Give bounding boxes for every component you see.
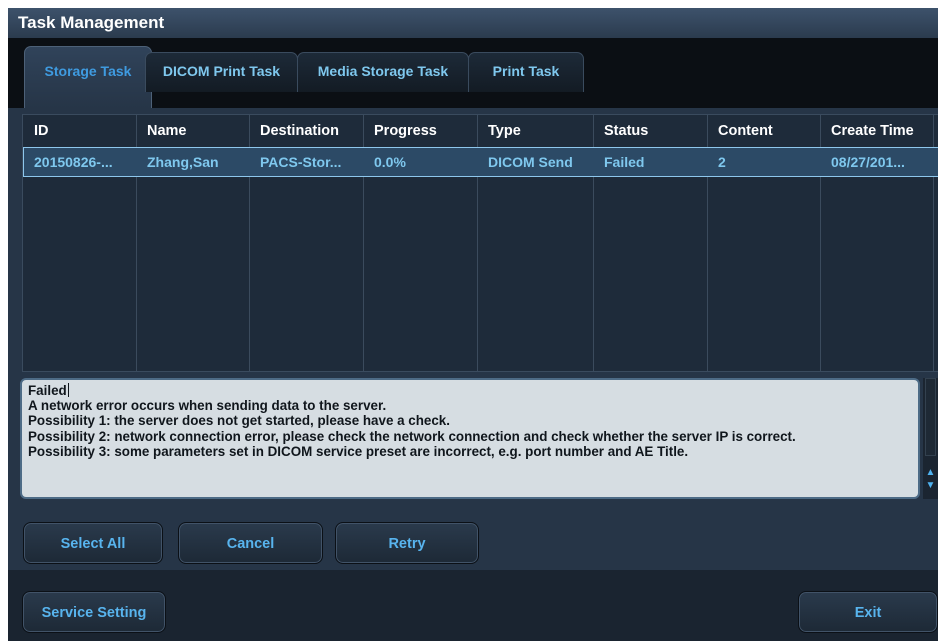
retry-button[interactable]: Retry — [335, 522, 479, 564]
service-setting-button[interactable]: Service Setting — [22, 591, 166, 633]
tab-dicom-print-task[interactable]: DICOM Print Task — [145, 52, 298, 92]
column-header-id[interactable]: ID — [23, 115, 136, 147]
task-table: ID Name Destination Progress Type Status… — [22, 114, 938, 372]
cell-status: Failed — [604, 154, 645, 170]
column-header-destination[interactable]: Destination — [249, 115, 363, 147]
footer-bar: Service Setting Exit — [8, 570, 938, 641]
column-header-content[interactable]: Content — [707, 115, 820, 147]
cell-create-time: 08/27/201... — [831, 154, 905, 170]
storage-task-panel: ID Name Destination Progress Type Status… — [8, 108, 938, 570]
details-scrollbar[interactable]: ▲ ▼ — [923, 378, 938, 499]
tab-print-task[interactable]: Print Task — [468, 52, 584, 92]
column-header-status[interactable]: Status — [593, 115, 707, 147]
cell-content: 2 — [718, 154, 726, 170]
details-status: Failed — [28, 383, 67, 398]
cell-type: DICOM Send — [488, 154, 573, 170]
cell-name: Zhang,San — [147, 154, 219, 170]
task-management-window: Task Management Storage Task DICOM Print… — [8, 8, 938, 641]
exit-button[interactable]: Exit — [798, 591, 938, 633]
task-details-textbox[interactable]: Failed A network error occurs when sendi… — [20, 378, 920, 499]
scroll-up-arrow-icon[interactable]: ▲ — [924, 468, 937, 478]
details-line: A network error occurs when sending data… — [28, 398, 387, 414]
table-row[interactable]: 20150826-... Zhang,San PACS-Stor... 0.0%… — [23, 147, 938, 177]
details-line: Possibility 2: network connection error,… — [28, 428, 796, 444]
cancel-button[interactable]: Cancel — [178, 522, 323, 564]
cell-progress: 0.0% — [374, 154, 406, 170]
scrollbar-thumb[interactable] — [925, 378, 936, 456]
cell-id: 20150826-... — [34, 154, 113, 170]
column-header-name[interactable]: Name — [136, 115, 249, 147]
tab-storage-task[interactable]: Storage Task — [24, 46, 152, 108]
column-header-create-time[interactable]: Create Time — [820, 115, 938, 147]
tab-strip: Storage Task DICOM Print Task Media Stor… — [8, 38, 938, 108]
column-header-progress[interactable]: Progress — [363, 115, 477, 147]
scroll-down-arrow-icon[interactable]: ▼ — [924, 481, 937, 491]
table-header: ID Name Destination Progress Type Status… — [23, 115, 938, 147]
tab-media-storage-task[interactable]: Media Storage Task — [297, 52, 469, 92]
column-header-type[interactable]: Type — [477, 115, 593, 147]
details-line: Possibility 3: some parameters set in DI… — [28, 443, 689, 459]
window-title: Task Management — [8, 8, 938, 38]
text-cursor — [67, 383, 69, 397]
select-all-button[interactable]: Select All — [23, 522, 163, 564]
details-line: Possibility 1: the server does not get s… — [28, 413, 450, 429]
details-line: Failed — [28, 383, 912, 398]
cell-destination: PACS-Stor... — [260, 154, 342, 170]
